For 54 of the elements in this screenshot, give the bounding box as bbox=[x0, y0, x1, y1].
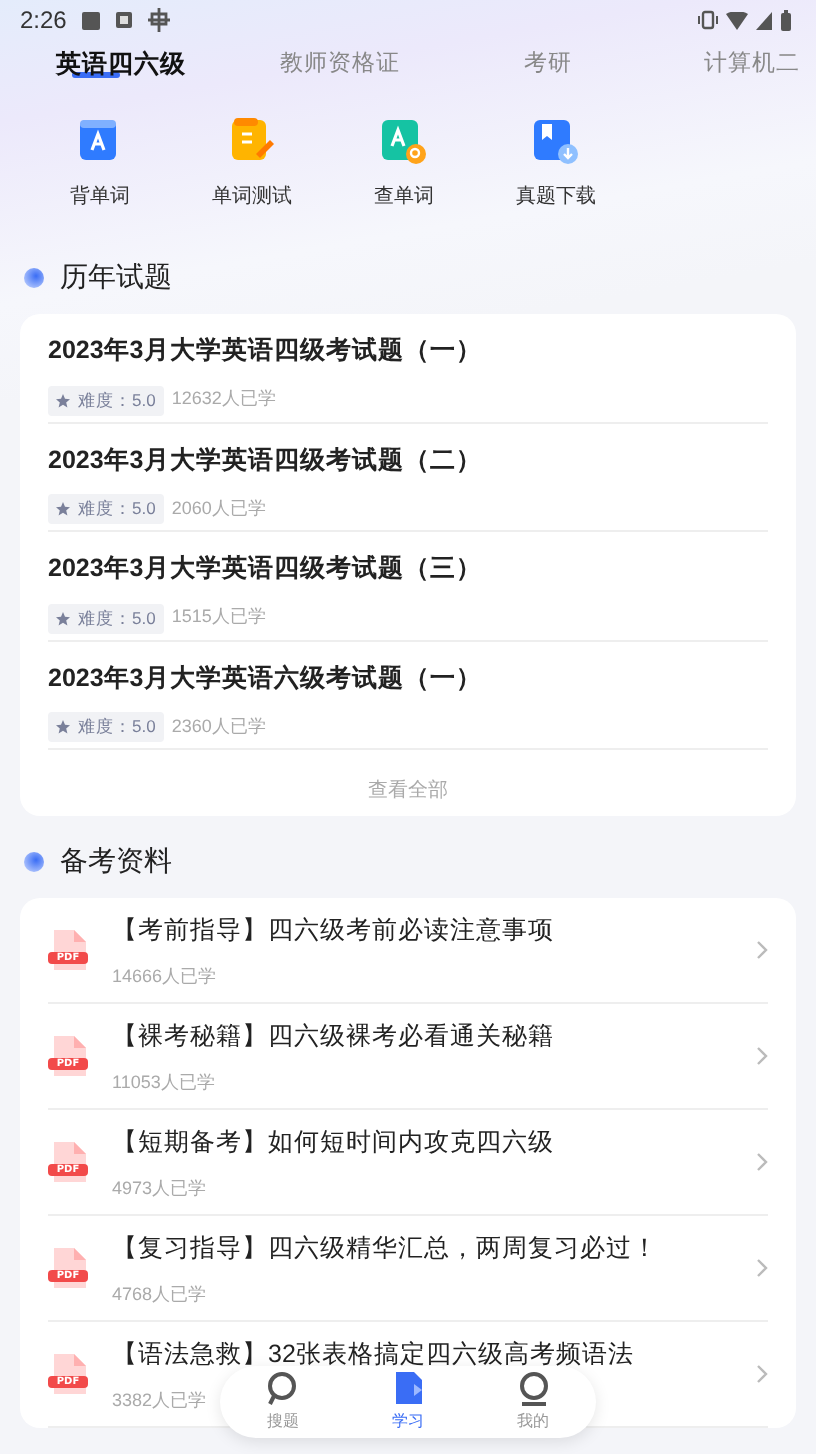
difficulty-tag: 难度：5.0 bbox=[48, 603, 164, 633]
material-title: 【短期备考】如何短时间内攻克四六级 bbox=[112, 1126, 556, 1161]
difficulty-tag: 难度：5.0 bbox=[48, 494, 164, 524]
learner-count: 2360人已学 bbox=[171, 713, 266, 740]
tab[interactable]: 英语四六级 bbox=[56, 46, 186, 82]
download-icon bbox=[532, 118, 580, 166]
magnifier-icon bbox=[380, 118, 428, 166]
wifi-icon bbox=[726, 11, 748, 29]
learner-count: 3382人已学 bbox=[112, 1389, 207, 1410]
section-title: 历年试题 bbox=[60, 258, 172, 296]
learner-count: 2060人已学 bbox=[171, 495, 266, 522]
chevron-icon bbox=[756, 1152, 768, 1172]
notification-icon bbox=[82, 11, 101, 29]
star-icon bbox=[56, 502, 70, 517]
shortcut-button[interactable]: 查单词 bbox=[328, 118, 480, 212]
chevron-icon bbox=[756, 1364, 768, 1384]
person-icon bbox=[517, 1371, 550, 1405]
bullet-icon bbox=[24, 851, 44, 871]
chevron-icon bbox=[756, 940, 768, 960]
learner-count: 4973人已学 bbox=[112, 1177, 207, 1198]
notepad-icon bbox=[228, 118, 276, 166]
shortcut-button[interactable]: 背单词 bbox=[24, 118, 176, 212]
material-title: 【语法急救】32张表格搞定四六级高考频语法 bbox=[112, 1338, 636, 1373]
star-icon bbox=[56, 720, 70, 735]
difficulty-tag: 难度：5.0 bbox=[48, 385, 164, 415]
chevron-icon bbox=[756, 1258, 768, 1278]
material-title: 【考前指导】四六级考前必读注意事项 bbox=[112, 914, 556, 949]
vibrate-icon bbox=[698, 10, 718, 30]
signal-icon bbox=[756, 11, 772, 29]
star-icon bbox=[56, 393, 70, 408]
shortcut-button[interactable]: 真题下载 bbox=[480, 118, 632, 212]
exam-title[interactable]: 2023年3月大学英语六级考试题（一） bbox=[48, 659, 768, 697]
exam-title[interactable]: 2023年3月大学英语四级考试题（一） bbox=[48, 332, 768, 370]
section-title: 备考资料 bbox=[60, 842, 172, 880]
bullet-icon bbox=[24, 267, 44, 287]
status-time: 2:26 bbox=[20, 4, 67, 38]
nav-tab[interactable]: 学习 bbox=[357, 1371, 458, 1433]
material-title: 【裸考秘籍】四六级裸考必看通关秘籍 bbox=[112, 1020, 556, 1055]
exam-title[interactable]: 2023年3月大学英语四级考试题（三） bbox=[48, 550, 768, 588]
search-icon bbox=[266, 1371, 299, 1405]
learner-count: 11053人已学 bbox=[112, 1071, 215, 1092]
learner-count: 4768人已学 bbox=[112, 1283, 207, 1304]
star-icon bbox=[56, 611, 70, 626]
exam-title[interactable]: 2023年3月大学英语四级考试题（二） bbox=[48, 441, 768, 479]
document-icon bbox=[391, 1371, 424, 1405]
learner-count: 14666人已学 bbox=[112, 965, 217, 986]
battery-icon bbox=[780, 9, 792, 31]
image-icon bbox=[116, 12, 133, 28]
difficulty-tag: 难度：5.0 bbox=[48, 712, 164, 742]
chevron-icon bbox=[756, 1046, 768, 1066]
learner-count: 12632人已学 bbox=[171, 386, 276, 413]
shortcut-button[interactable]: 单词测试 bbox=[176, 118, 328, 212]
learner-count: 1515人已学 bbox=[171, 604, 266, 631]
material-title: 【复习指导】四六级精华汇总，两周复习必过！ bbox=[112, 1232, 660, 1267]
